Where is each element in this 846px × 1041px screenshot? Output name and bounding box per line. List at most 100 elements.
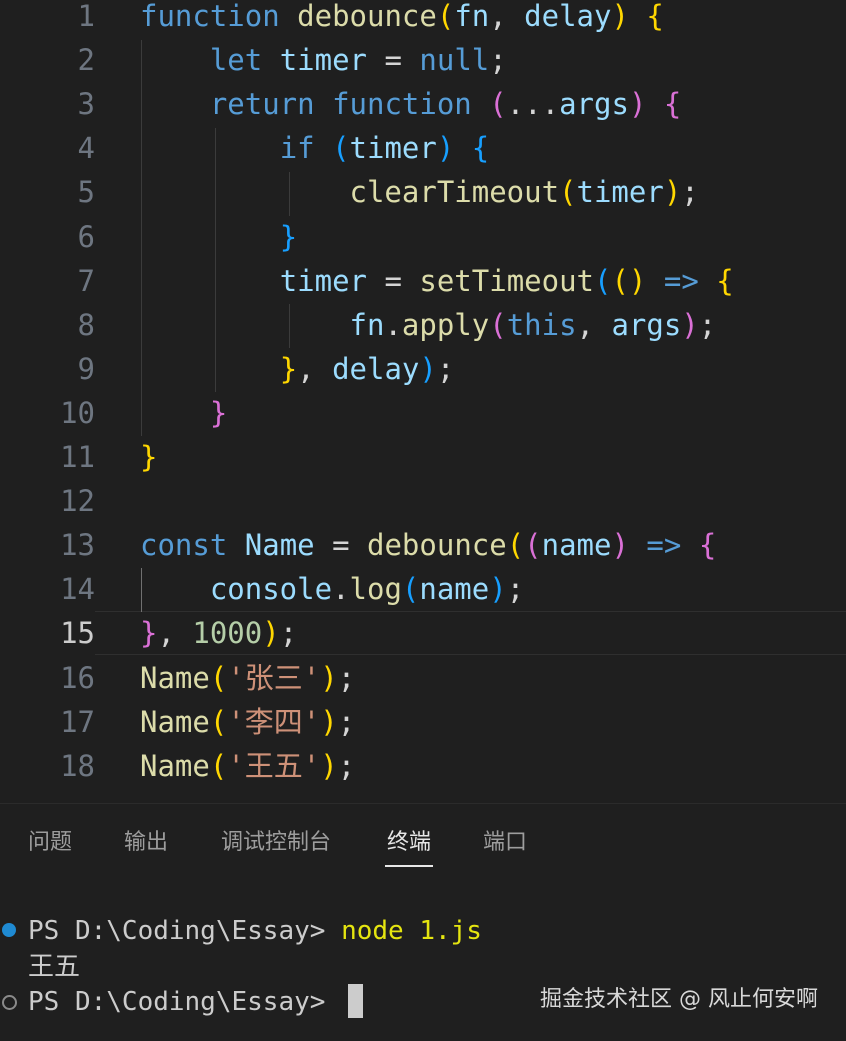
code-token: timer bbox=[279, 43, 368, 78]
terminal-command: node 1.js bbox=[341, 916, 482, 946]
line-number: 13 bbox=[60, 528, 95, 563]
code-token: { bbox=[663, 87, 682, 122]
code-line[interactable]: 16 Name('张三'); bbox=[0, 656, 846, 700]
code-editor[interactable]: 1 function debounce(fn, delay) {2 let tim… bbox=[0, 0, 846, 800]
code-line[interactable]: 17 Name('李四'); bbox=[0, 700, 846, 744]
code-line[interactable]: 15 }, 1000); bbox=[0, 611, 846, 655]
code-line[interactable]: 10 } bbox=[0, 391, 846, 435]
code-token: } bbox=[140, 616, 158, 651]
code-token: . bbox=[332, 572, 350, 607]
code-token: ; bbox=[337, 704, 356, 739]
code-token: ) bbox=[419, 351, 437, 386]
code-token: ; bbox=[698, 307, 717, 342]
line-number: 8 bbox=[77, 307, 95, 342]
tab-output[interactable]: 输出 bbox=[124, 815, 168, 871]
code-token: => bbox=[646, 528, 682, 563]
line-number: 10 bbox=[60, 395, 95, 430]
line-code: }, delay); bbox=[140, 347, 455, 391]
code-token: ( bbox=[209, 660, 228, 695]
code-line[interactable]: 1 function debounce(fn, delay) { bbox=[0, 0, 846, 38]
tab-ports[interactable]: 端口 bbox=[483, 815, 527, 871]
line-code: }, 1000); bbox=[140, 611, 297, 655]
line-code: if (timer) { bbox=[140, 126, 490, 170]
code-token: console bbox=[209, 572, 333, 607]
code-line[interactable]: 9 }, delay); bbox=[0, 347, 846, 391]
code-token: null bbox=[419, 43, 490, 78]
tab-problems[interactable]: 问题 bbox=[28, 815, 72, 871]
code-token: => bbox=[663, 263, 699, 298]
terminal-prompt-current[interactable]: PS D:\Coding\Essay> bbox=[28, 984, 341, 1020]
code-line[interactable]: 7 timer = setTimeout(() => { bbox=[0, 259, 846, 303]
code-token: name bbox=[541, 528, 612, 563]
code-line[interactable]: 6 } bbox=[0, 215, 846, 259]
code-token: return bbox=[209, 87, 315, 122]
line-code: } bbox=[140, 391, 227, 435]
code-token: ( bbox=[594, 263, 612, 298]
line-number: 3 bbox=[77, 87, 95, 122]
code-line[interactable]: 5 clearTimeout(timer); bbox=[0, 170, 846, 214]
code-token: ) bbox=[489, 572, 507, 607]
line-code: return function (...args) { bbox=[140, 82, 682, 126]
code-line[interactable]: 11} bbox=[0, 435, 846, 479]
code-token: ; bbox=[279, 616, 298, 651]
code-token: ; bbox=[436, 351, 455, 386]
code-token: function bbox=[332, 87, 472, 122]
code-token: Name bbox=[244, 528, 315, 563]
command-success-dot-icon[interactable] bbox=[2, 923, 16, 937]
code-token: } bbox=[209, 395, 228, 430]
line-number: 16 bbox=[60, 660, 95, 695]
line-code: } bbox=[140, 435, 157, 479]
code-token: = bbox=[367, 263, 420, 298]
code-token: } bbox=[279, 219, 298, 254]
code-token: . bbox=[384, 307, 402, 342]
code-token: { bbox=[698, 528, 717, 563]
code-line[interactable]: 12 bbox=[0, 479, 846, 523]
code-token: () bbox=[611, 263, 647, 298]
code-token: , bbox=[576, 307, 612, 342]
code-token: { bbox=[471, 131, 490, 166]
code-line[interactable]: 8 fn.apply(this, args); bbox=[0, 303, 846, 347]
line-number: 11 bbox=[60, 440, 95, 474]
code-line[interactable]: 4 if (timer) { bbox=[0, 126, 846, 170]
code-line[interactable]: 2 let timer = null; bbox=[0, 38, 846, 82]
code-line[interactable]: 3 return function (...args) { bbox=[0, 82, 846, 126]
code-token: ( bbox=[332, 131, 350, 166]
code-token: ) bbox=[611, 528, 629, 563]
line-number: 1 bbox=[77, 0, 95, 33]
watermark: 掘金技术社区 @ 风止何安啊 bbox=[540, 987, 818, 1012]
code-line[interactable]: 18 Name('王五'); bbox=[0, 744, 846, 788]
code-line[interactable]: 13 const Name = debounce((name) => { bbox=[0, 523, 846, 567]
code-token: ; bbox=[337, 748, 356, 783]
line-code: Name('张三'); bbox=[140, 656, 355, 700]
code-line[interactable]: 14 console.log(name); bbox=[0, 567, 846, 611]
code-token: fn bbox=[454, 0, 490, 33]
tab-debug-console[interactable]: 调试控制台 bbox=[221, 815, 331, 871]
code-token: ( bbox=[401, 572, 420, 607]
code-token: fn bbox=[349, 307, 385, 342]
tab-terminal[interactable]: 终端 bbox=[384, 815, 434, 871]
terminal-prompt: PS D:\Coding\Essay> bbox=[28, 916, 342, 946]
code-token: ; bbox=[489, 43, 507, 78]
line-number: 12 bbox=[60, 484, 95, 519]
code-token: ( bbox=[524, 528, 542, 563]
code-token: if bbox=[279, 131, 315, 166]
line-number: 15 bbox=[60, 616, 95, 651]
code-token: ( bbox=[506, 528, 525, 563]
line-code: } bbox=[140, 215, 297, 259]
code-token: , bbox=[489, 0, 525, 33]
command-pending-dot-icon[interactable] bbox=[2, 995, 17, 1010]
code-token: , bbox=[297, 351, 333, 386]
code-token: , bbox=[157, 616, 193, 651]
terminal-cursor bbox=[348, 984, 363, 1018]
line-number: 17 bbox=[60, 704, 95, 739]
code-token: timer bbox=[576, 175, 664, 210]
terminal-line-command: PS D:\Coding\Essay> node 1.js bbox=[28, 913, 482, 949]
code-token: 1000 bbox=[192, 616, 263, 651]
